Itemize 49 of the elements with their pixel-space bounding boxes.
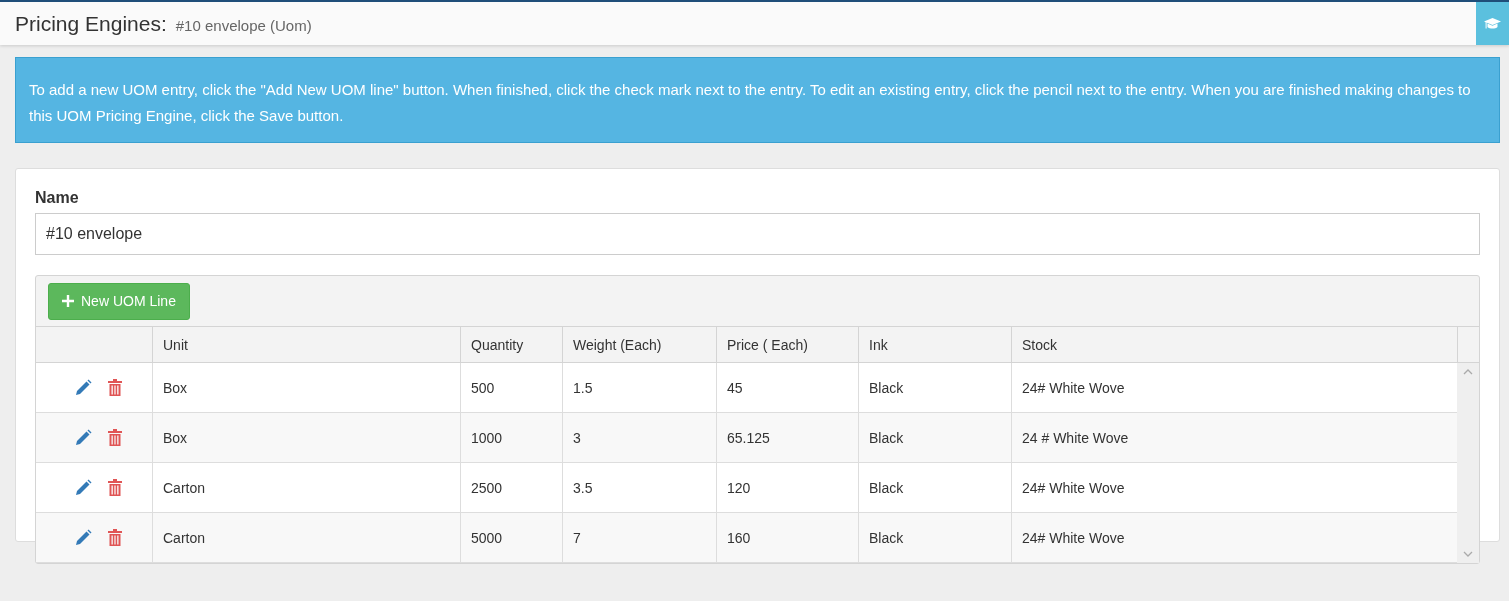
table-cell: 1000 [471, 429, 503, 446]
table-cell: 65.125 [727, 429, 770, 446]
table-cell: 7 [573, 529, 581, 546]
name-field[interactable]: #10 envelope [35, 213, 1480, 255]
table-cell: 24# White Wove [1022, 529, 1125, 546]
table-cell: 1.5 [573, 379, 593, 396]
table-cell: 24 # White Wove [1022, 429, 1129, 446]
table-cell: 24# White Wove [1022, 379, 1125, 396]
name-label: Name [35, 189, 79, 207]
table-cell: Box [163, 429, 188, 446]
column-header: Ink [858, 327, 1011, 362]
pencil-icon[interactable] [74, 528, 92, 547]
column-header: Quantity [460, 327, 562, 362]
table-cell: Black [869, 529, 904, 546]
table-cell: 120 [727, 479, 751, 496]
column-header: Stock [1011, 327, 1457, 362]
column-header: Price ( Each) [716, 327, 858, 362]
graduation-cap-icon [1484, 16, 1501, 31]
pencil-icon[interactable] [74, 478, 92, 497]
info-banner: To add a new UOM entry, click the "Add New UOM line" button. When finished, click the check mark next to the entry. To edit an existing entry, click the pencil next to the entry. When you are finished making changes to this UOM Pricing Engine, click the Save button. [15, 57, 1500, 143]
table-cell: Black [869, 379, 904, 396]
plus-icon [62, 295, 74, 307]
table-cell: Box [163, 379, 188, 396]
table-cell: 500 [471, 379, 495, 396]
column-header: Unit [152, 327, 460, 362]
table-cell: 5000 [471, 529, 503, 546]
pencil-icon[interactable] [74, 378, 92, 397]
column-header: Weight (Each) [562, 327, 716, 362]
page-title: Pricing Engines: [15, 11, 167, 36]
scroll-up-icon[interactable] [1463, 369, 1473, 375]
table-cell: Black [869, 429, 904, 446]
table-cell: 3.5 [573, 479, 593, 496]
table-cell: 45 [727, 379, 743, 396]
table-cell: 24# White Wove [1022, 479, 1125, 496]
trash-icon[interactable] [108, 479, 122, 496]
table-cell: Carton [163, 479, 206, 496]
scrollbar[interactable] [1457, 363, 1479, 563]
table-cell: 2500 [471, 479, 503, 496]
table-cell: Carton [163, 529, 206, 546]
table-cell: 160 [727, 529, 751, 546]
help-button[interactable] [1476, 2, 1509, 45]
trash-icon[interactable] [108, 529, 122, 546]
table-cell: Black [869, 479, 904, 496]
pencil-icon[interactable] [74, 428, 92, 447]
trash-icon[interactable] [108, 379, 122, 396]
page-subtitle: #10 envelope (Uom) [175, 16, 312, 34]
table-cell: 3 [573, 429, 581, 446]
trash-icon[interactable] [108, 429, 122, 446]
scroll-down-icon[interactable] [1463, 551, 1473, 557]
